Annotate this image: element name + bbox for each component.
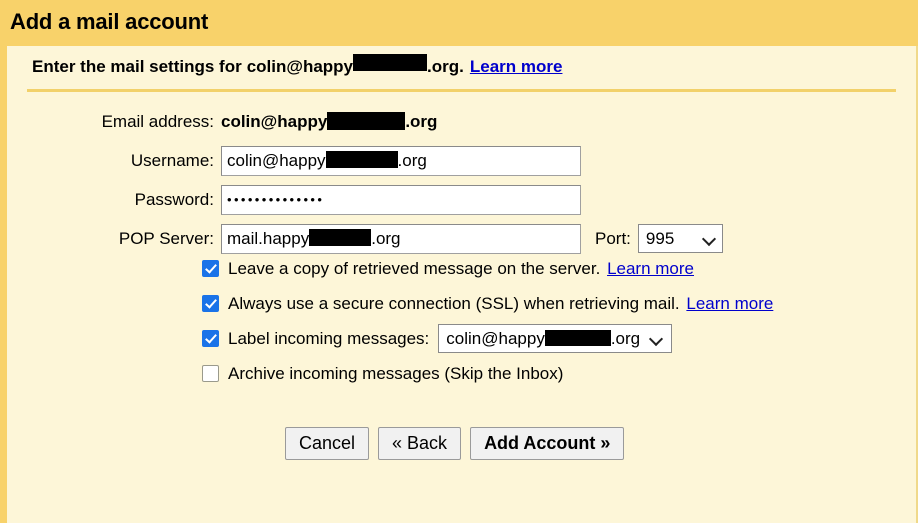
ssl-text: Always use a secure connection (SSL) whe… [228,294,773,314]
learn-more-link-leave-copy[interactable]: Learn more [607,259,694,278]
port-select-value: 995 [646,229,674,249]
email-address-value-suffix: .org [405,112,437,131]
email-address-label: Email address: [7,112,221,132]
archive-incoming-checkbox[interactable] [202,365,219,382]
dialog-button-bar: Cancel « Back Add Account » [7,427,918,460]
username-value-suffix: .org [398,147,427,175]
redaction-bar-username [326,151,398,168]
chevron-down-icon [703,232,716,245]
label-select-value-suffix: .org [611,329,640,348]
ssl-label: Always use a secure connection (SSL) whe… [228,294,680,313]
dialog-body: Enter the mail settings for colin@happy.… [0,46,918,523]
label-incoming-select-value: colin@happy .org [446,329,640,349]
heading-divider [27,89,896,92]
pop-server-input[interactable]: mail.happy .org [221,224,581,254]
redaction-bar-pop-server [309,229,371,246]
learn-more-link-heading[interactable]: Learn more [470,57,563,77]
label-incoming-label: Label incoming messages: [228,329,429,349]
learn-more-link-ssl[interactable]: Learn more [686,294,773,313]
option-archive-incoming: Archive incoming messages (Skip the Inbo… [7,356,918,391]
pop-server-value-prefix: mail.happy [227,225,309,253]
username-value-prefix: colin@happy [227,147,326,175]
username-label: Username: [7,151,221,171]
redaction-bar-email [327,112,405,130]
add-account-button[interactable]: Add Account » [470,427,624,460]
page-title: Add a mail account [10,9,208,35]
password-input[interactable]: •••••••••••••• [221,185,581,215]
section-heading-email-prefix: colin@happy [247,57,353,77]
section-heading: Enter the mail settings for colin@happy.… [32,55,562,77]
email-address-value-prefix: colin@happy [221,112,327,131]
pop-server-value-suffix: .org [371,225,400,253]
section-heading-prefix: Enter the mail settings for [32,57,242,77]
port-select[interactable]: 995 [638,224,723,253]
redaction-bar-label-select [545,330,611,346]
pop-server-label: POP Server: [7,229,221,249]
option-leave-copy: Leave a copy of retrieved message on the… [7,251,918,286]
username-input[interactable]: colin@happy .org [221,146,581,176]
archive-incoming-label: Archive incoming messages (Skip the Inbo… [228,364,563,384]
row-password: Password: •••••••••••••• [7,180,918,219]
email-address-value: colin@happy .org [221,112,437,132]
cancel-button[interactable]: Cancel [285,427,369,460]
row-email-address: Email address: colin@happy .org [7,102,918,141]
ssl-checkbox[interactable] [202,295,219,312]
label-incoming-select[interactable]: colin@happy .org [438,324,672,353]
label-select-value-prefix: colin@happy [446,329,545,348]
add-mail-account-dialog: Add a mail account Enter the mail settin… [0,0,918,523]
chevron-down-icon [650,332,663,345]
section-heading-email-suffix: .org. [427,57,464,77]
leave-copy-text: Leave a copy of retrieved message on the… [228,259,694,279]
port-label: Port: [595,229,631,249]
mail-settings-form: Email address: colin@happy .org Username:… [7,102,918,258]
mail-options-list: Leave a copy of retrieved message on the… [7,251,918,391]
option-label-incoming: Label incoming messages: colin@happy .org [7,321,918,356]
dialog-title-bar: Add a mail account [0,0,918,46]
leave-copy-label: Leave a copy of retrieved message on the… [228,259,600,278]
leave-copy-checkbox[interactable] [202,260,219,277]
redaction-bar-heading [353,54,427,71]
label-incoming-checkbox[interactable] [202,330,219,347]
option-ssl: Always use a secure connection (SSL) whe… [7,286,918,321]
password-label: Password: [7,190,221,210]
password-masked-value: •••••••••••••• [227,193,324,206]
back-button[interactable]: « Back [378,427,461,460]
row-username: Username: colin@happy .org [7,141,918,180]
